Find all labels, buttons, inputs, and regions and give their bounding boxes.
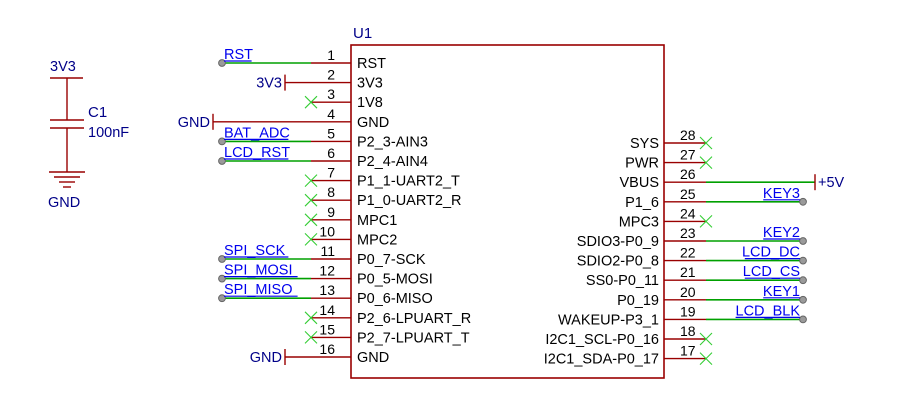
pin-number: 17 (680, 343, 696, 359)
pin-number: 27 (680, 147, 696, 163)
capacitor-c1[interactable]: 3V3 C1 100nF GND (48, 59, 129, 211)
wire-end-dot (799, 256, 807, 265)
schematic-canvas: 3V3 C1 100nF GND U1 1RSTRST23V33V331V84G… (48, 25, 845, 379)
pin-name: WAKEUP-P3_1 (558, 312, 659, 328)
pin-name: P2_4-AIN4 (357, 154, 428, 170)
pin-number: 24 (680, 205, 696, 221)
pin-name: PWR (625, 156, 659, 172)
power-label: +5V (818, 175, 845, 191)
pin-number: 26 (680, 166, 696, 182)
pin-name: P2_3-AIN3 (357, 134, 428, 150)
pin-name: MPC2 (357, 232, 397, 248)
pin-number: 28 (680, 127, 696, 143)
pin-name: SDIO3-P0_9 (577, 234, 659, 250)
cap-value: 100nF (88, 125, 129, 141)
pin-number: 22 (680, 245, 696, 261)
power-label: GND (250, 350, 282, 366)
wire-end-dot (799, 276, 807, 285)
wire-end-dot (799, 315, 807, 324)
pin-number: 3 (327, 86, 335, 102)
pin-number: 18 (680, 323, 696, 339)
pin-number: 10 (319, 223, 335, 239)
pin-name: I2C1_SDA-P0_17 (544, 352, 659, 368)
pin-number: 12 (319, 263, 335, 279)
pin-name: P1_0-UART2_R (357, 193, 462, 209)
pin-name: P0_19 (617, 293, 659, 309)
pin-name: SDIO2-P0_8 (577, 254, 659, 270)
pin-name: P2_7-LPUART_T (357, 330, 470, 346)
pin-number: 23 (680, 225, 696, 241)
pin-name: MPC3 (619, 214, 659, 230)
ic-designator: U1 (353, 25, 372, 42)
pin-name: P1_1-UART2_T (357, 174, 460, 190)
pin-number: 21 (680, 264, 696, 280)
pin-name: VBUS (620, 175, 660, 191)
cap-designator: C1 (88, 104, 107, 121)
wire-end-dot (799, 237, 807, 245)
pin-name: GND (357, 115, 389, 131)
pin-name: P0_5-MOSI (357, 272, 433, 288)
pin-number: 13 (319, 282, 335, 298)
pin-number: 15 (319, 321, 335, 337)
pin-name: P1_6 (625, 195, 659, 211)
cap-top-net-label: 3V3 (50, 59, 76, 75)
pin-name: MPC1 (357, 213, 397, 229)
pin-number: 9 (327, 204, 335, 220)
wire-end-dot (799, 197, 807, 206)
pin-number: 14 (319, 302, 335, 318)
cap-bottom-net-label: GND (48, 195, 80, 211)
pin-number: 2 (327, 67, 335, 83)
pin-name: P0_7-SCK (357, 252, 426, 268)
pin-name: SYS (630, 136, 659, 152)
pin-number: 25 (680, 186, 696, 202)
pin-number: 4 (327, 106, 335, 122)
pin-name: P2_6-LPUART_R (357, 311, 471, 327)
pin-number: 8 (327, 184, 335, 200)
pin-name: GND (357, 350, 389, 366)
pin-number: 5 (327, 125, 335, 141)
pin-number: 1 (327, 47, 335, 63)
pin-name: 3V3 (357, 76, 383, 92)
pin-name: 1V8 (357, 95, 383, 111)
ic-u1[interactable]: U1 1RSTRST23V33V331V84GNDGND5P2_3-AIN3BA… (178, 25, 845, 379)
pin-name: P0_6-MISO (357, 291, 433, 307)
pin-name: I2C1_SCL-P0_16 (545, 332, 659, 348)
pin-number: 6 (327, 145, 335, 161)
wire-end-dot (799, 295, 807, 304)
pin-number: 20 (680, 284, 696, 300)
pin-name: RST (357, 56, 386, 72)
pin-number: 11 (320, 243, 335, 259)
power-label: 3V3 (256, 76, 282, 92)
pin-number: 19 (680, 303, 696, 319)
power-label: GND (178, 115, 210, 131)
pin-number: 16 (319, 341, 335, 357)
pin-name: SS0-P0_11 (586, 273, 659, 289)
pin-number: 7 (327, 165, 335, 181)
